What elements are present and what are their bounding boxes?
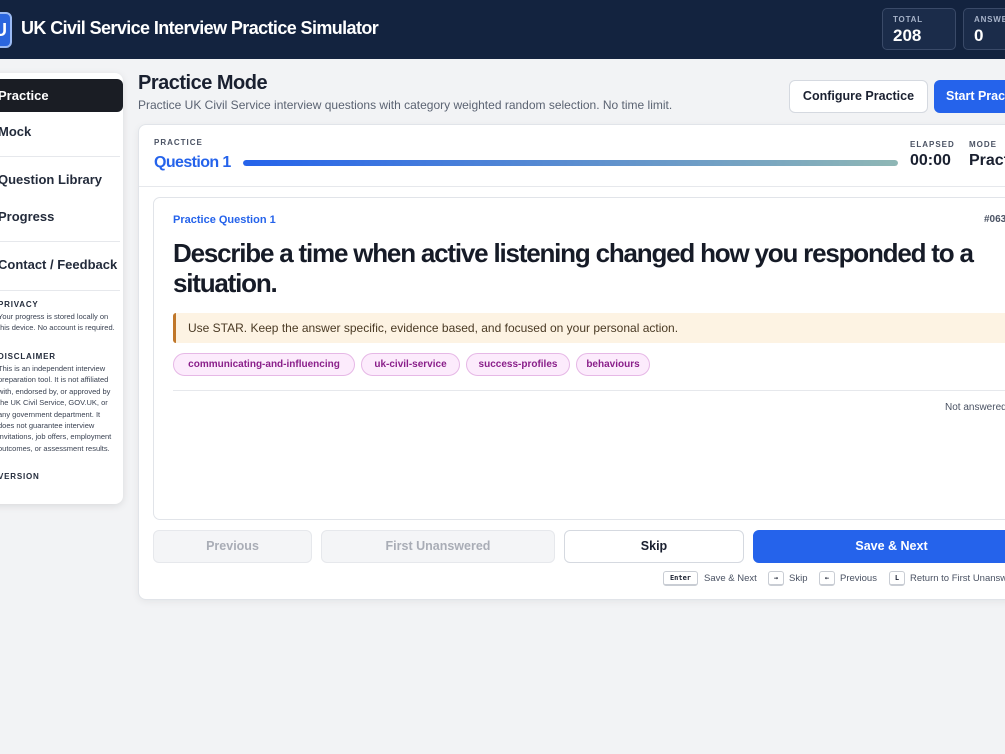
question-divider <box>173 390 1005 391</box>
configure-practice-button[interactable]: Configure Practice <box>789 80 928 113</box>
shortcut-label-previous: Previous <box>840 573 877 584</box>
tag-chip[interactable]: communicating-and-influencing <box>173 353 355 376</box>
sidebar-item-question-library[interactable]: Question Library <box>0 163 117 196</box>
stat-answered: ANSWERED 0 <box>963 8 1005 50</box>
stat-answered-label: ANSWERED <box>974 15 1005 24</box>
disclaimer-text: This is an independent interview prepara… <box>0 364 112 453</box>
save-and-next-button[interactable]: Save & Next <box>753 530 1005 563</box>
elapsed-label: ELAPSED <box>910 140 955 149</box>
mode-label: MODE <box>969 140 997 149</box>
elapsed-timer: 00:00 <box>910 152 951 169</box>
page-subtitle: Practice UK Civil Service interview ques… <box>138 98 673 112</box>
answer-status: Not answered <box>945 402 1005 413</box>
app-header: U UK Civil Service Interview Practice Si… <box>0 0 1005 59</box>
sidebar: Practice Mock Question Library Progress … <box>0 73 123 504</box>
card-divider <box>139 186 1005 187</box>
question-text: Describe a time when active listening ch… <box>173 238 974 298</box>
progress-label: PRACTICE <box>154 138 203 147</box>
first-unanswered-button[interactable]: First Unanswered <box>321 530 555 563</box>
version-heading: VERSION <box>0 472 40 481</box>
shortcut-label-save-next: Save & Next <box>704 573 757 584</box>
progress-bar <box>243 160 898 166</box>
sidebar-item-practice[interactable]: Practice <box>0 79 123 112</box>
page-title: Practice Mode <box>138 72 268 94</box>
star-hint: Use STAR. Keep the answer specific, evid… <box>173 313 1005 343</box>
previous-button[interactable]: Previous <box>153 530 312 563</box>
practice-card: PRACTICE Question 1 ELAPSED 00:00 MODE P… <box>138 124 1005 600</box>
app-title: UK Civil Service Interview Practice Simu… <box>21 18 379 38</box>
tag-chip[interactable]: behaviours <box>576 353 650 376</box>
sidebar-item-progress[interactable]: Progress <box>0 200 117 233</box>
shortcut-key-left: ← <box>819 571 835 586</box>
question-label: Practice Question 1 <box>173 214 276 226</box>
app-logo-icon: U <box>0 12 12 48</box>
sidebar-divider <box>0 156 120 157</box>
sidebar-item-mock[interactable]: Mock <box>0 115 117 148</box>
question-card: Practice Question 1 #063 Describe a time… <box>153 197 1005 520</box>
progress-question: Question 1 <box>154 154 231 171</box>
shortcut-key-enter: Enter <box>663 571 698 586</box>
privacy-heading: PRIVACY <box>0 300 39 309</box>
sidebar-divider <box>0 241 120 242</box>
stat-total: TOTAL 208 <box>882 8 956 50</box>
start-practice-button[interactable]: Start Practice <box>934 80 1005 113</box>
stat-total-label: TOTAL <box>893 15 923 24</box>
shortcut-label-skip: Skip <box>789 573 808 584</box>
sidebar-divider <box>0 290 120 291</box>
question-id: #063 <box>984 214 1005 225</box>
disclaimer-heading: DISCLAIMER <box>0 352 56 361</box>
mode-value: Practice <box>969 152 1005 169</box>
stat-answered-value: 0 <box>974 26 984 45</box>
skip-button[interactable]: Skip <box>564 530 744 563</box>
progress-bar-fill <box>243 160 898 166</box>
tag-chip[interactable]: success-profiles <box>466 353 570 376</box>
shortcut-label-first-unanswered: Return to First Unanswered <box>910 573 1005 584</box>
shortcut-key-l: L <box>889 571 905 586</box>
tag-chip[interactable]: uk-civil-service <box>361 353 460 376</box>
privacy-text: Your progress is stored locally on this … <box>0 312 115 333</box>
shortcut-key-right: → <box>768 571 784 586</box>
sidebar-item-contact-feedback[interactable]: Contact / Feedback <box>0 248 117 281</box>
stat-total-value: 208 <box>893 26 922 45</box>
